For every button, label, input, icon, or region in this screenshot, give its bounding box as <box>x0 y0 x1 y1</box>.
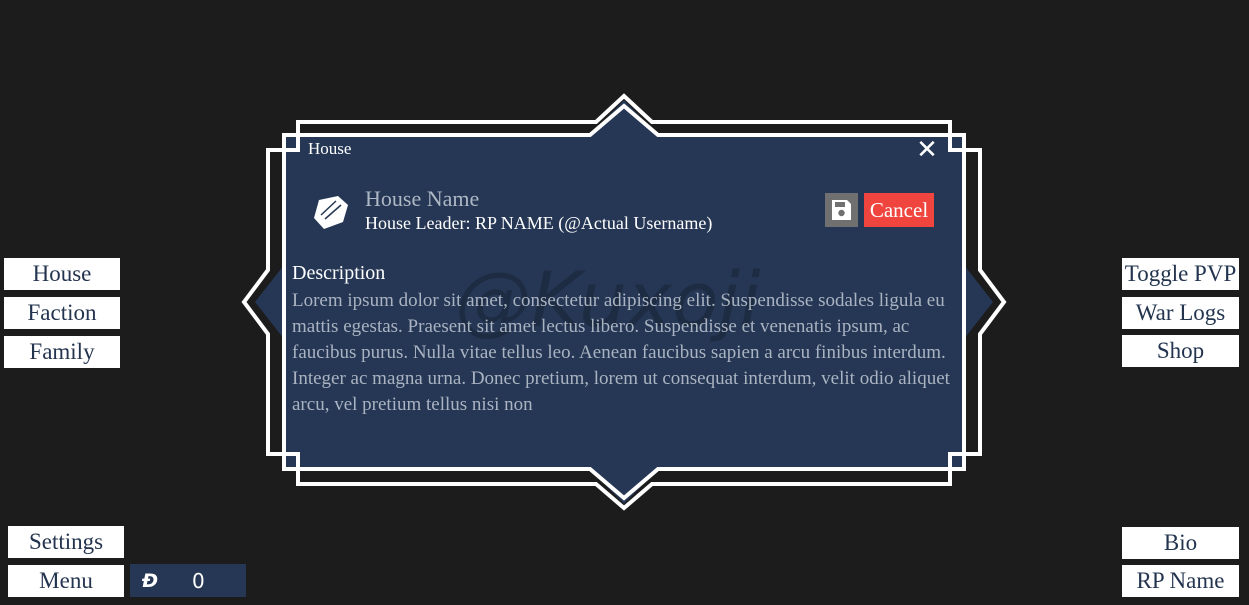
floppy-disk-icon <box>832 200 851 220</box>
close-icon[interactable]: ✕ <box>913 137 941 163</box>
modal-title: House <box>308 139 352 158</box>
description-text: Lorem ipsum dolor sit amet, consectetur … <box>292 290 950 415</box>
description-title: Description <box>292 262 386 284</box>
save-button[interactable] <box>825 193 858 227</box>
house-leader: House Leader: RP NAME (@Actual Username) <box>365 213 713 233</box>
shield-icon <box>314 196 348 229</box>
house-name: House Name <box>365 186 480 211</box>
cancel-button[interactable]: Cancel <box>864 193 934 227</box>
